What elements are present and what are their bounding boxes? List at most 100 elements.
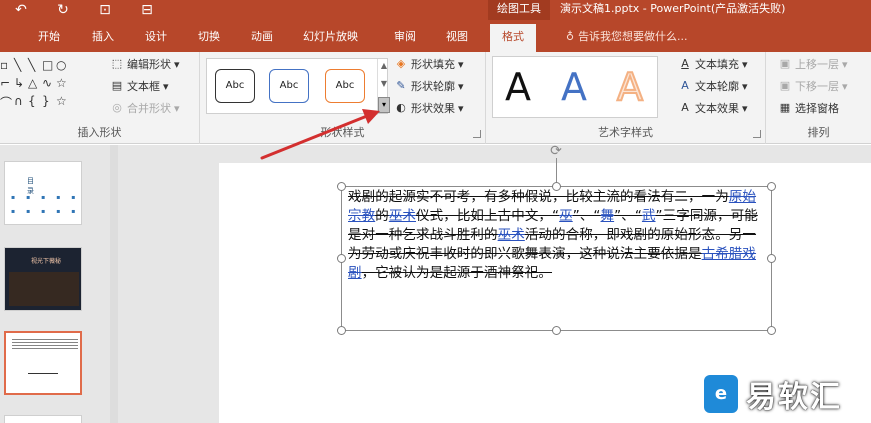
resize-handle[interactable]	[767, 326, 776, 335]
tab-insert[interactable]: 插入	[92, 28, 114, 44]
merge-shapes-icon: ◎	[112, 101, 122, 114]
ribbon-tab-bar: 开始 插入 设计 切换 动画 幻灯片放映 审阅 视图 格式 ♁ 告诉我您想要做什…	[0, 20, 871, 52]
tab-design[interactable]: 设计	[145, 28, 167, 44]
shape-rect-icon[interactable]: □	[42, 58, 56, 76]
bring-forward-button[interactable]: ▣ 上移一层 ▾	[778, 56, 848, 72]
shape-freeform-icon[interactable]: ∩	[14, 94, 28, 112]
ribbon: ▫ ╲ ╲ □ ○ ⌐ ↳ △ ∿ ☆ ⌒ ∩ { } ☆ ⬚ 编辑形状 ▾ ▤…	[0, 52, 871, 144]
hyperlink[interactable]: 巫术	[389, 208, 416, 224]
undo-icon[interactable]: ↶	[10, 1, 32, 19]
text-outline-button[interactable]: A 文本轮廓 ▾	[678, 78, 748, 94]
resize-handle[interactable]	[552, 326, 561, 335]
resize-handle[interactable]	[337, 254, 346, 263]
slide-thumbnail-text: 视光下薇秘	[31, 258, 62, 265]
textbox-content[interactable]: 戏剧的起源实不可考，有多种假说，比较主流的看法有二，一为原始宗教的巫术仪式，比如…	[348, 188, 758, 283]
title-bar: ↶ ↻ ⊡ ⊟ 绘图工具 演示文稿1.pptx - PowerPoint(产品激…	[0, 0, 871, 20]
shape-effects-icon: ◐	[396, 101, 406, 114]
wordart-dialog-launcher[interactable]	[753, 130, 761, 138]
scroll-up-icon[interactable]: ▲	[378, 61, 390, 70]
shape-triangle-icon[interactable]: △	[28, 76, 42, 94]
resize-handle[interactable]	[767, 254, 776, 263]
slide-thumbnail-1[interactable]: 目 录 ▪▪▪▪▪ ▪▪▪▪▪	[4, 161, 82, 225]
tab-transitions[interactable]: 切换	[198, 28, 220, 44]
shape-fill-button[interactable]: ◈ 形状填充 ▾	[394, 56, 464, 72]
shape-oval-icon[interactable]: ○	[56, 58, 70, 76]
text-effects-button[interactable]: A 文本效果 ▾	[678, 100, 748, 116]
scroll-down-icon[interactable]: ▼	[378, 79, 390, 88]
tab-slideshow[interactable]: 幻灯片放映	[303, 28, 358, 44]
shape-brace-right-icon[interactable]: }	[42, 94, 56, 112]
chevron-down-icon: ▾	[742, 79, 748, 93]
hyperlink[interactable]: 巫术	[498, 227, 525, 243]
chevron-down-icon: ▾	[742, 101, 748, 115]
tab-review[interactable]: 审阅	[394, 28, 416, 44]
text-fill-button[interactable]: A 文本填充 ▾	[678, 56, 748, 72]
resize-handle[interactable]	[337, 326, 346, 335]
gallery-more-button[interactable]: ▾	[378, 97, 390, 113]
agenda-dots-icon: ▪▪▪▪▪	[11, 208, 87, 215]
shape-outline-button[interactable]: ✎ 形状轮廓 ▾	[394, 78, 464, 94]
slide-thumbnail-rule	[28, 373, 58, 374]
start-slideshow-icon[interactable]: ⊟	[136, 1, 158, 19]
group-wordart-styles: A A A A 文本填充 ▾ A 文本轮廓 ▾ A 文本效果 ▾ 艺术字样式	[486, 52, 766, 144]
resize-handle[interactable]	[337, 182, 346, 191]
merge-shapes-button[interactable]: ◎ 合并形状 ▾	[110, 100, 179, 116]
shape-bent-arrow-icon[interactable]: ↳	[14, 76, 28, 94]
tab-animations[interactable]: 动画	[251, 28, 273, 44]
quick-access-toolbar: ↶ ↻ ⊡ ⊟	[10, 1, 158, 19]
thumbnail-scrollbar[interactable]	[110, 145, 118, 423]
shapes-gallery[interactable]: ▫ ╲ ╲ □ ○ ⌐ ↳ △ ∿ ☆ ⌒ ∩ { } ☆	[0, 58, 100, 112]
shape-brace-left-icon[interactable]: {	[28, 94, 42, 112]
text-run: 的	[375, 208, 389, 224]
group-label: 艺术字样式	[598, 126, 653, 139]
shape-style-swatch[interactable]: Abc	[325, 69, 365, 103]
tab-home[interactable]: 开始	[38, 28, 60, 44]
shape-arc-icon[interactable]: ⌒	[0, 94, 14, 112]
tell-me-box[interactable]: ♁ 告诉我您想要做什么...	[566, 28, 688, 44]
chevron-down-icon: ▾	[458, 57, 464, 71]
chevron-down-icon: ▾	[458, 79, 464, 93]
record-icon[interactable]: ⊡	[94, 1, 116, 19]
agenda-dots-icon: ▪▪▪▪▪	[11, 194, 87, 201]
wordart-style-blue[interactable]: A	[561, 65, 587, 109]
text-box-button[interactable]: ▤ 文本框 ▾	[110, 78, 169, 94]
hyperlink[interactable]: 舞	[601, 208, 615, 224]
shape-curve-icon[interactable]: ∿	[42, 76, 56, 94]
text-outline-icon: A	[681, 79, 689, 92]
shape-star2-icon[interactable]: ☆	[56, 94, 70, 112]
rotate-handle-icon[interactable]: ⟳	[548, 143, 564, 159]
selection-pane-button[interactable]: ▦ 选择窗格	[778, 100, 839, 116]
wordart-style-black[interactable]: A	[505, 65, 531, 109]
shape-styles-dialog-launcher[interactable]	[473, 130, 481, 138]
text-run: ”、“	[572, 208, 601, 224]
edit-shape-button[interactable]: ⬚ 编辑形状 ▾	[110, 56, 180, 72]
slide-thumbnail-2[interactable]: 视光下薇秘	[4, 247, 82, 311]
hyperlink[interactable]: 武	[642, 208, 656, 224]
slide-thumbnail-3[interactable]	[4, 331, 82, 395]
wordart-gallery[interactable]: A A A	[492, 56, 658, 118]
shape-style-swatch[interactable]: Abc	[215, 69, 255, 103]
shape-elbow-icon[interactable]: ⌐	[0, 76, 14, 94]
shape-line-icon[interactable]: ╲	[14, 58, 28, 76]
wordart-style-orange[interactable]: A	[616, 64, 644, 110]
group-insert-shapes: ▫ ╲ ╲ □ ○ ⌐ ↳ △ ∿ ☆ ⌒ ∩ { } ☆ ⬚ 编辑形状 ▾ ▤…	[0, 52, 200, 144]
tab-format[interactable]: 格式	[490, 24, 536, 52]
shape-square-icon[interactable]: ▫	[0, 58, 14, 76]
resize-handle[interactable]	[767, 182, 776, 191]
group-label: 排列	[807, 126, 830, 139]
shape-styles-gallery[interactable]: Abc Abc Abc ▲ ▼ ▾	[206, 58, 390, 115]
slide-thumbnail-4[interactable]	[4, 415, 82, 423]
group-label: 形状样式	[320, 126, 365, 139]
selection-pane-icon: ▦	[779, 101, 791, 114]
chevron-down-icon: ▾	[742, 57, 748, 71]
redo-icon[interactable]: ↻	[52, 1, 74, 19]
shape-star-icon[interactable]: ☆	[56, 76, 70, 94]
shape-line2-icon[interactable]: ╲	[28, 58, 42, 76]
shape-style-swatch[interactable]: Abc	[269, 69, 309, 103]
shape-effects-button[interactable]: ◐ 形状效果 ▾	[394, 100, 463, 116]
group-shape-styles: Abc Abc Abc ▲ ▼ ▾ ◈ 形状填充 ▾ ✎ 形状轮廓 ▾ ◐ 形状…	[200, 52, 486, 144]
tab-view[interactable]: 视图	[446, 28, 468, 44]
hyperlink[interactable]: 巫	[559, 208, 573, 224]
gallery-scrollbar: ▲ ▼ ▾	[377, 59, 390, 115]
send-backward-button[interactable]: ▣ 下移一层 ▾	[778, 78, 848, 94]
